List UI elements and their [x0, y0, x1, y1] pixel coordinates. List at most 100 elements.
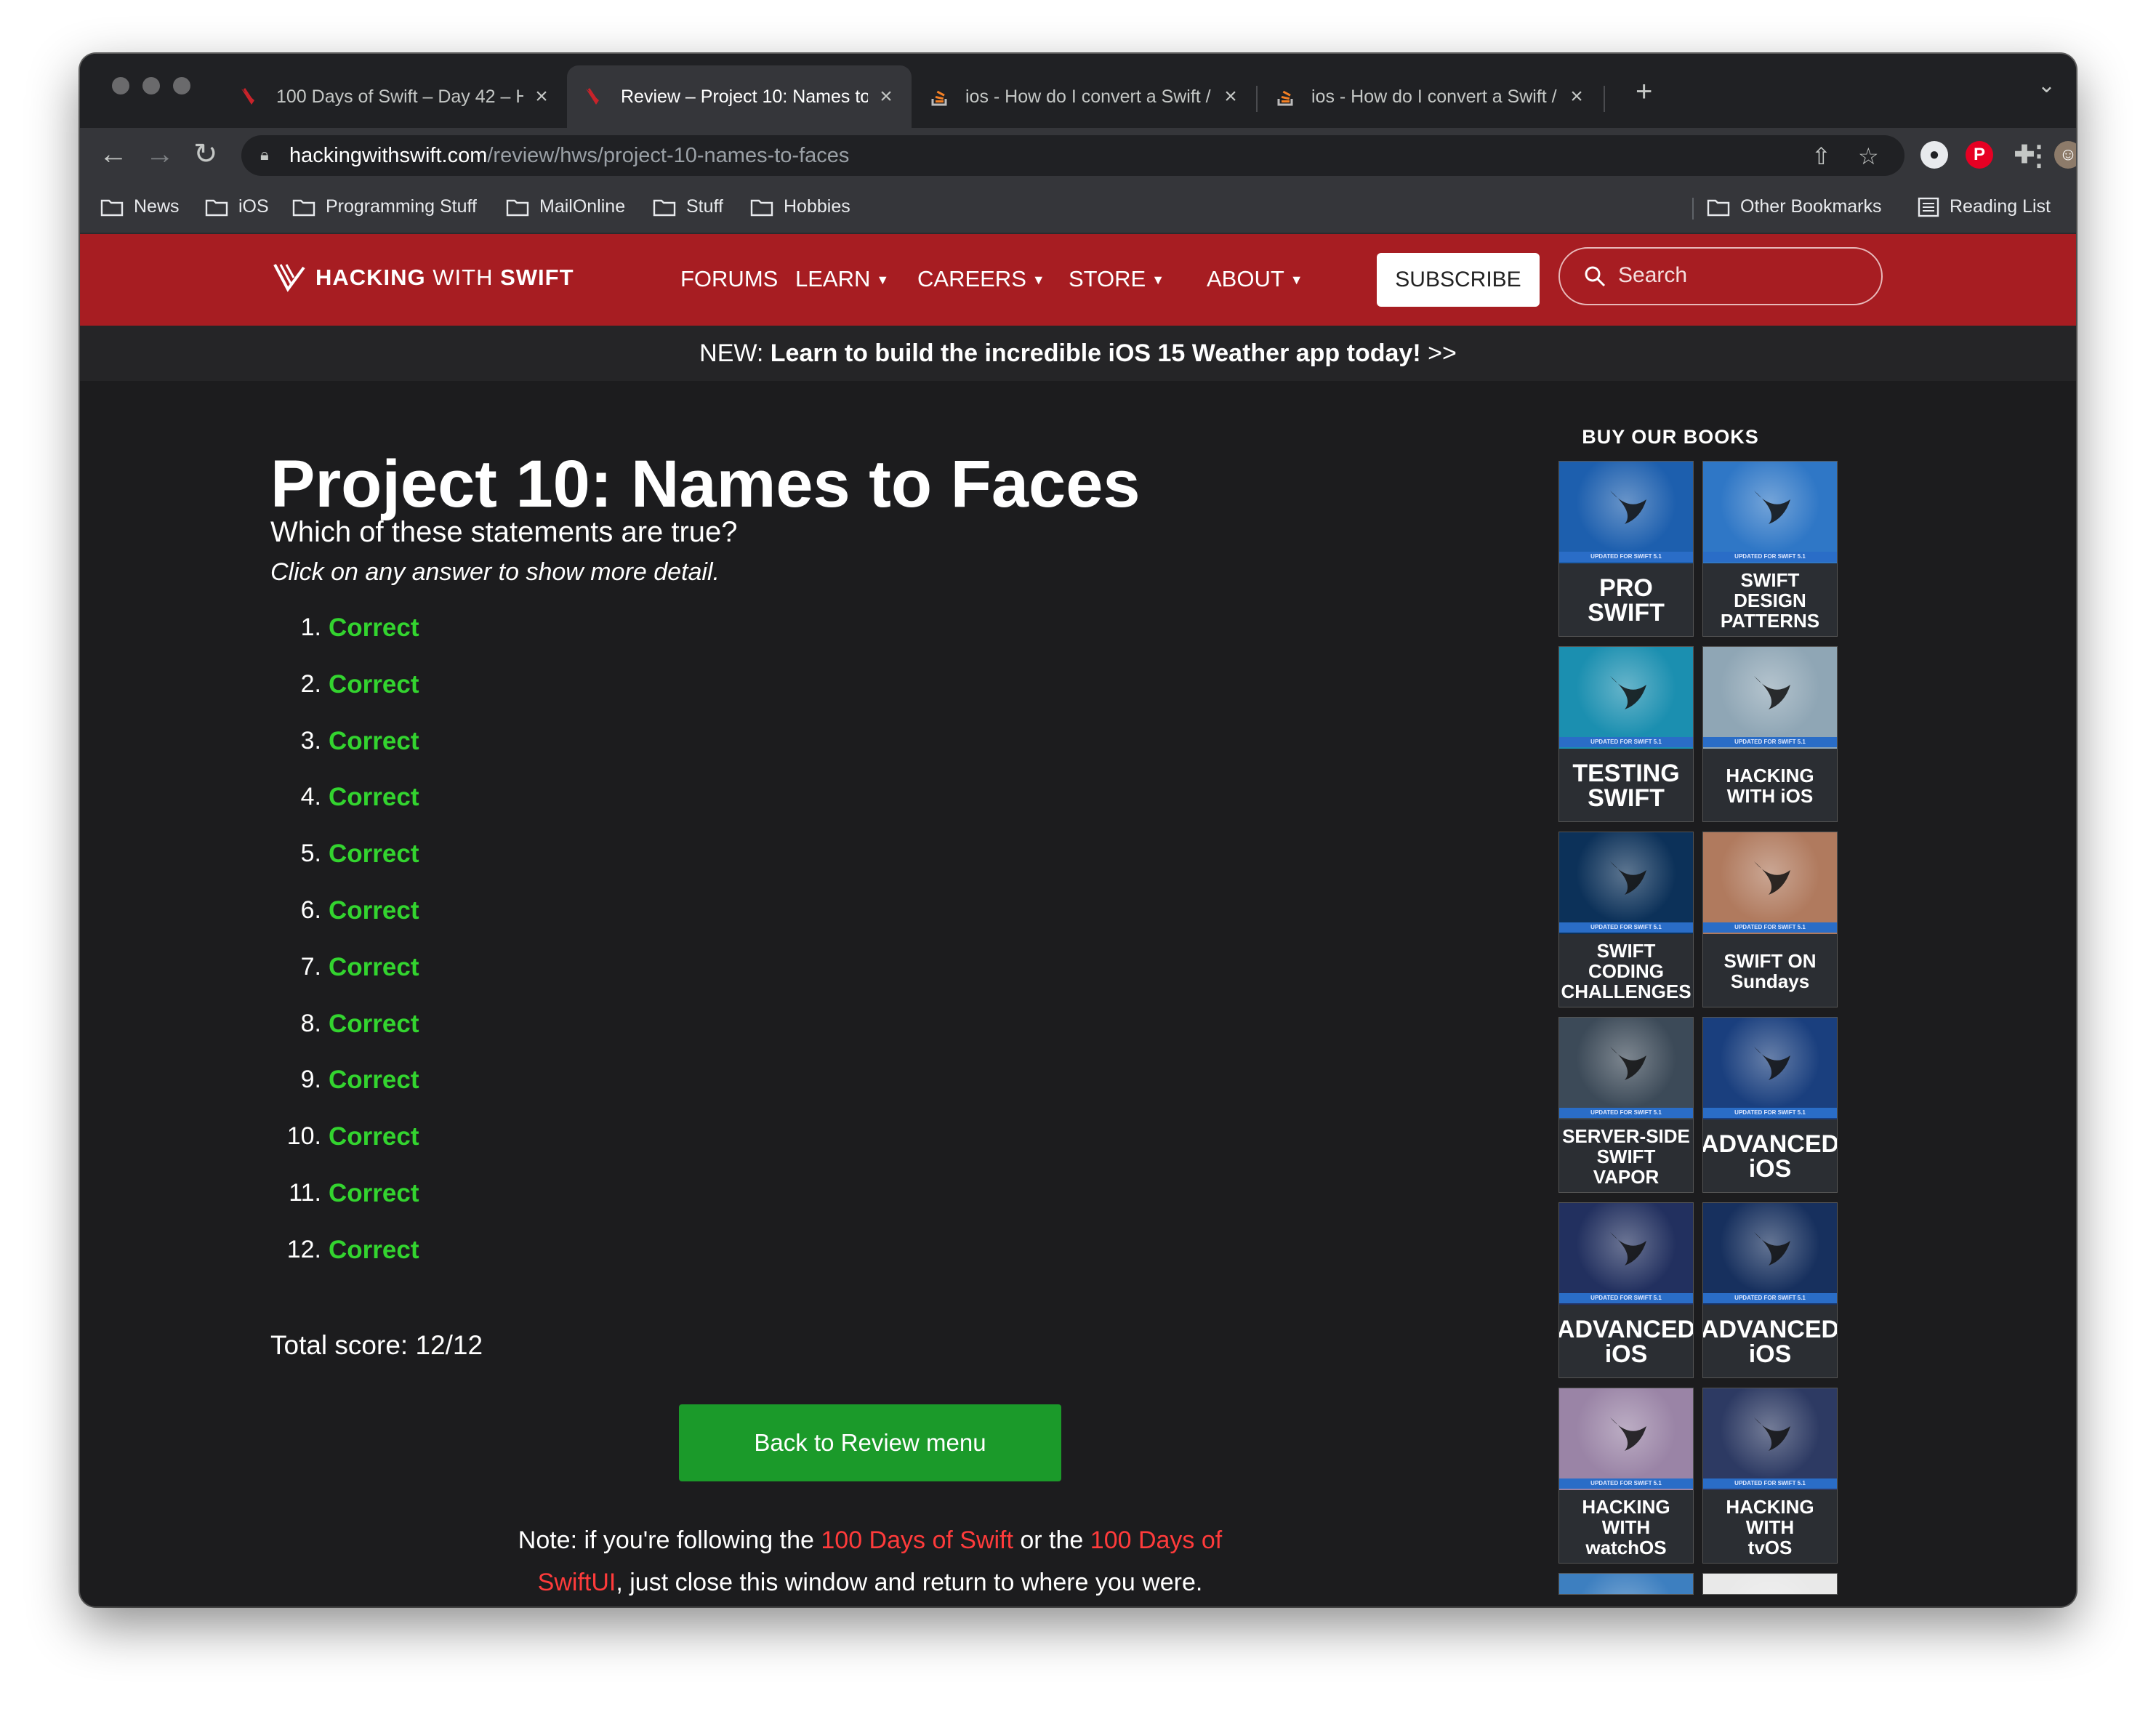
answer-label[interactable]: Correct	[329, 727, 419, 756]
total-score: Total score: 12/12	[270, 1330, 483, 1360]
answer-label[interactable]: Correct	[329, 1010, 419, 1039]
subscribe-button[interactable]: SUBSCRIBE	[1377, 253, 1540, 307]
promo-banner[interactable]: NEW: Learn to build the incredible iOS 1…	[80, 326, 2076, 381]
book-strip: UPDATED FOR SWIFT 5.1	[1559, 922, 1693, 933]
tab-100-days-of-swift[interactable]: 100 Days of Swift – Day 42 – H ×	[222, 65, 567, 128]
tab-title: Review – Project 10: Names to	[621, 86, 868, 107]
nav-store[interactable]: STORE ▼	[1069, 266, 1165, 292]
close-tab-icon[interactable]: ×	[1220, 84, 1242, 109]
reload-icon[interactable]: ↻	[193, 138, 218, 170]
pinterest-icon[interactable]: P	[1966, 141, 1993, 169]
folder-icon	[100, 199, 124, 216]
book-art	[1703, 462, 1837, 563]
book-art	[1703, 1203, 1837, 1305]
share-icon[interactable]: ⇧	[1811, 142, 1831, 170]
new-tab-icon[interactable]: +	[1636, 76, 1652, 108]
url-host: hackingwithswift.com	[289, 144, 488, 167]
answer-number: 1.	[300, 613, 321, 641]
book-cover[interactable]: UPDATED FOR SWIFT 5.1 SWIFT DESIGN PATTER…	[1702, 461, 1838, 637]
other-bookmarks-folder[interactable]: Other Bookmarks	[1707, 196, 1882, 217]
swift-bird-icon	[1703, 1574, 1838, 1595]
bookmark-folder-news[interactable]: News	[100, 196, 180, 217]
reading-list-button[interactable]: Reading List	[1918, 196, 2051, 217]
tab-stackoverflow-2[interactable]: ios - How do I convert a Swift / ×	[1258, 65, 1602, 128]
answer-label[interactable]: Correct	[329, 1236, 419, 1265]
bookmark-folder-stuff[interactable]: Stuff	[653, 196, 723, 217]
book-cover[interactable]: UPDATED FOR SWIFT 5.1 SWIFT ON Sundays	[1702, 832, 1838, 1007]
question-text: Which of these statements are true?	[270, 516, 738, 548]
answer-label[interactable]: Correct	[329, 1122, 419, 1151]
answer-number: 7.	[300, 952, 321, 981]
zoom-window-button[interactable]	[173, 77, 190, 94]
book-cover[interactable]: UPDATED FOR SWIFT 5.1 ADVANCED iOS	[1558, 1202, 1694, 1378]
answer-label[interactable]: Correct	[329, 1179, 419, 1208]
book-cover[interactable]: UPDATED FOR SWIFT 5.1 SERVER-SIDE SWIFT V…	[1558, 1017, 1694, 1193]
book-cover[interactable]: UPDATED FOR SWIFT 5.1 HACKING WITH watchO…	[1558, 1388, 1694, 1564]
site-logo[interactable]: HACKING WITH SWIFT	[272, 262, 574, 294]
profile-avatar[interactable]: ☺	[2054, 141, 2076, 169]
back-button-label: Back to Review menu	[754, 1429, 986, 1456]
tab-stackoverflow-1[interactable]: ios - How do I convert a Swift / ×	[912, 65, 1256, 128]
book-cover[interactable]: UPDATED FOR SWIFT 5.1 HACKING WITH iOS	[1702, 646, 1838, 822]
answer-label[interactable]: Correct	[329, 840, 419, 869]
book-cover[interactable]: UPDATED FOR SWIFT 5.1 ADVANCED iOS	[1702, 1017, 1838, 1193]
bookmark-folder-ios[interactable]: iOS	[205, 196, 269, 217]
bookmark-folder-programming-stuff[interactable]: Programming Stuff	[292, 196, 477, 217]
answer-label[interactable]: Correct	[329, 953, 419, 982]
browser-menu-icon[interactable]: ⋮	[2025, 140, 2053, 172]
folder-icon	[205, 199, 228, 216]
swift-bird-icon	[1754, 676, 1790, 709]
back-arrow-icon[interactable]: ←	[99, 138, 128, 170]
swift-bird-icon	[1610, 491, 1646, 524]
minimize-window-button[interactable]	[142, 77, 160, 94]
address-bar[interactable]: 🔒︎ hackingwithswift.com/review/hws/proje…	[241, 135, 1904, 176]
close-window-button[interactable]	[112, 77, 129, 94]
book-title: TESTING SWIFT	[1559, 749, 1693, 821]
nav-forums[interactable]: FORUMS	[680, 266, 778, 292]
tab-search-chevron-icon[interactable]: ⌄	[2038, 73, 2056, 98]
hws-logo-icon	[586, 88, 605, 105]
hws-logo-icon	[241, 88, 260, 105]
book-cover[interactable]	[1702, 1573, 1838, 1595]
answer-label[interactable]: Correct	[329, 613, 419, 643]
bookmark-folder-hobbies[interactable]: Hobbies	[750, 196, 850, 217]
book-cover[interactable]: UPDATED FOR SWIFT 5.1 PRO SWIFT	[1558, 461, 1694, 637]
close-tab-icon[interactable]: ×	[1566, 84, 1588, 109]
answer-number: 2.	[300, 669, 321, 698]
book-cover[interactable]: UPDATED FOR SWIFT 5.1 ADVANCED iOS	[1702, 1202, 1838, 1378]
book-strip: UPDATED FOR SWIFT 5.1	[1703, 1108, 1837, 1118]
bookmark-label: Programming Stuff	[326, 196, 477, 217]
nav-learn[interactable]: LEARN ▼	[795, 266, 889, 292]
close-tab-icon[interactable]: ×	[875, 84, 897, 109]
bookmark-folder-mailonline[interactable]: MailOnline	[506, 196, 625, 217]
extension-icon[interactable]: ●	[1920, 141, 1948, 169]
answer-label[interactable]: Correct	[329, 896, 419, 925]
search-placeholder: Search	[1618, 263, 1688, 287]
tab-review-project-10[interactable]: Review – Project 10: Names to ×	[567, 65, 912, 128]
answer-label[interactable]: Correct	[329, 783, 419, 812]
forward-arrow-icon[interactable]: →	[145, 138, 174, 170]
note-part: , just close this window and return to w…	[616, 1569, 1203, 1596]
bookmark-label: MailOnline	[539, 196, 626, 217]
answer-label[interactable]: Correct	[329, 1066, 419, 1095]
answer-label[interactable]: Correct	[329, 670, 419, 699]
link-100-days-of-swift[interactable]: 100 Days of Swift	[821, 1526, 1013, 1554]
book-title: ADVANCED iOS	[1703, 1305, 1837, 1377]
hint-text: Click on any answer to show more detail.	[270, 558, 720, 586]
swift-bird-icon	[1610, 676, 1646, 709]
caret-down-icon: ▼	[1290, 273, 1303, 287]
search-input[interactable]: Search	[1558, 247, 1883, 305]
book-cover[interactable]: UPDATED FOR SWIFT 5.1 HACKING WITH tvOS	[1702, 1388, 1838, 1564]
bookmark-star-icon[interactable]: ☆	[1858, 142, 1879, 170]
close-tab-icon[interactable]: ×	[531, 84, 552, 109]
swift-bird-icon	[1754, 1047, 1790, 1080]
book-cover[interactable]: UPDATED FOR SWIFT 5.1 SWIFT CODING CHALLE…	[1558, 832, 1694, 1007]
reading-list-icon	[1918, 197, 1939, 217]
book-cover[interactable]: UPDATED FOR SWIFT 5.1 TESTING SWIFT	[1558, 646, 1694, 822]
hws-swift-logo-icon	[273, 264, 305, 292]
book-cover[interactable]	[1558, 1573, 1694, 1595]
nav-about[interactable]: ABOUT ▼	[1207, 266, 1303, 292]
nav-careers[interactable]: CAREERS ▼	[917, 266, 1045, 292]
back-to-review-menu-button[interactable]: Back to Review menu	[679, 1404, 1061, 1481]
book-art	[1559, 1203, 1693, 1305]
